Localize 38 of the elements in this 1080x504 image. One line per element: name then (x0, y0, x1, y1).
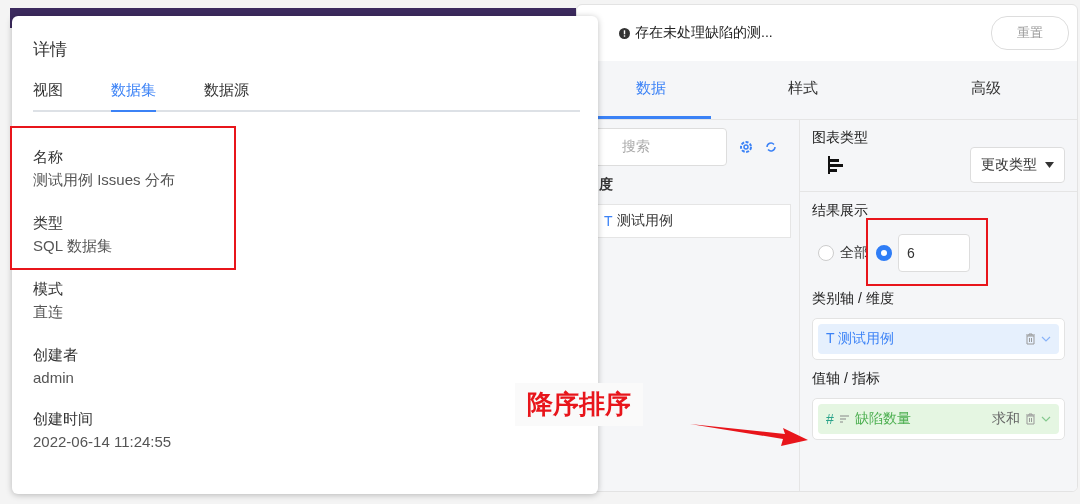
field-label: 名称 (33, 148, 63, 167)
field-value: SQL 数据集 (33, 237, 112, 256)
field-value: admin (33, 369, 74, 386)
tab[interactable]: 数据集 (111, 81, 156, 112)
section-label: 类别轴 / 维度 (812, 290, 895, 308)
chart-title: 存在未处理缺陷的测... (635, 24, 774, 42)
field-value: 直连 (33, 303, 63, 322)
settings-icon[interactable] (739, 140, 753, 154)
tab[interactable]: 高级 (894, 61, 1077, 119)
tab[interactable]: 视图 (33, 81, 63, 112)
trash-icon[interactable] (1025, 333, 1036, 345)
change-type-dropdown[interactable]: 更改类型 (970, 147, 1065, 183)
bar-chart-icon (828, 156, 844, 174)
caret-down-icon (1045, 162, 1054, 168)
field-label: 模式 (33, 280, 63, 299)
chevron-down-icon[interactable] (1041, 416, 1051, 422)
radio-button[interactable] (818, 245, 834, 261)
count-field[interactable]: 6 (898, 234, 970, 272)
section-heading: 度 (598, 176, 614, 194)
measure-chip[interactable]: # 缺陷数量 求和 (818, 404, 1059, 434)
chevron-down-icon[interactable] (1041, 336, 1051, 342)
info-icon (619, 27, 630, 39)
refresh-icon[interactable] (765, 141, 777, 153)
section-label: 结果展示 (812, 202, 869, 220)
tab[interactable]: 数据源 (204, 81, 249, 112)
radio-button[interactable] (876, 245, 892, 261)
field-value: 测试用例 Issues 分布 (33, 171, 175, 190)
field-label: 创建者 (33, 346, 78, 365)
trash-icon[interactable] (1025, 413, 1036, 425)
annotation-text: 降序排序 (515, 383, 643, 426)
field-label: 类型 (33, 214, 63, 233)
field-value: 2022-06-14 11:24:55 (33, 433, 172, 450)
section-label: 值轴 / 指标 (812, 370, 881, 388)
field-label: 创建时间 (33, 410, 93, 429)
popup-title: 详情 (33, 39, 68, 61)
sort-descending-icon[interactable] (838, 414, 850, 424)
tab[interactable]: 样式 (711, 61, 894, 119)
section-label: 图表类型 (812, 129, 868, 145)
